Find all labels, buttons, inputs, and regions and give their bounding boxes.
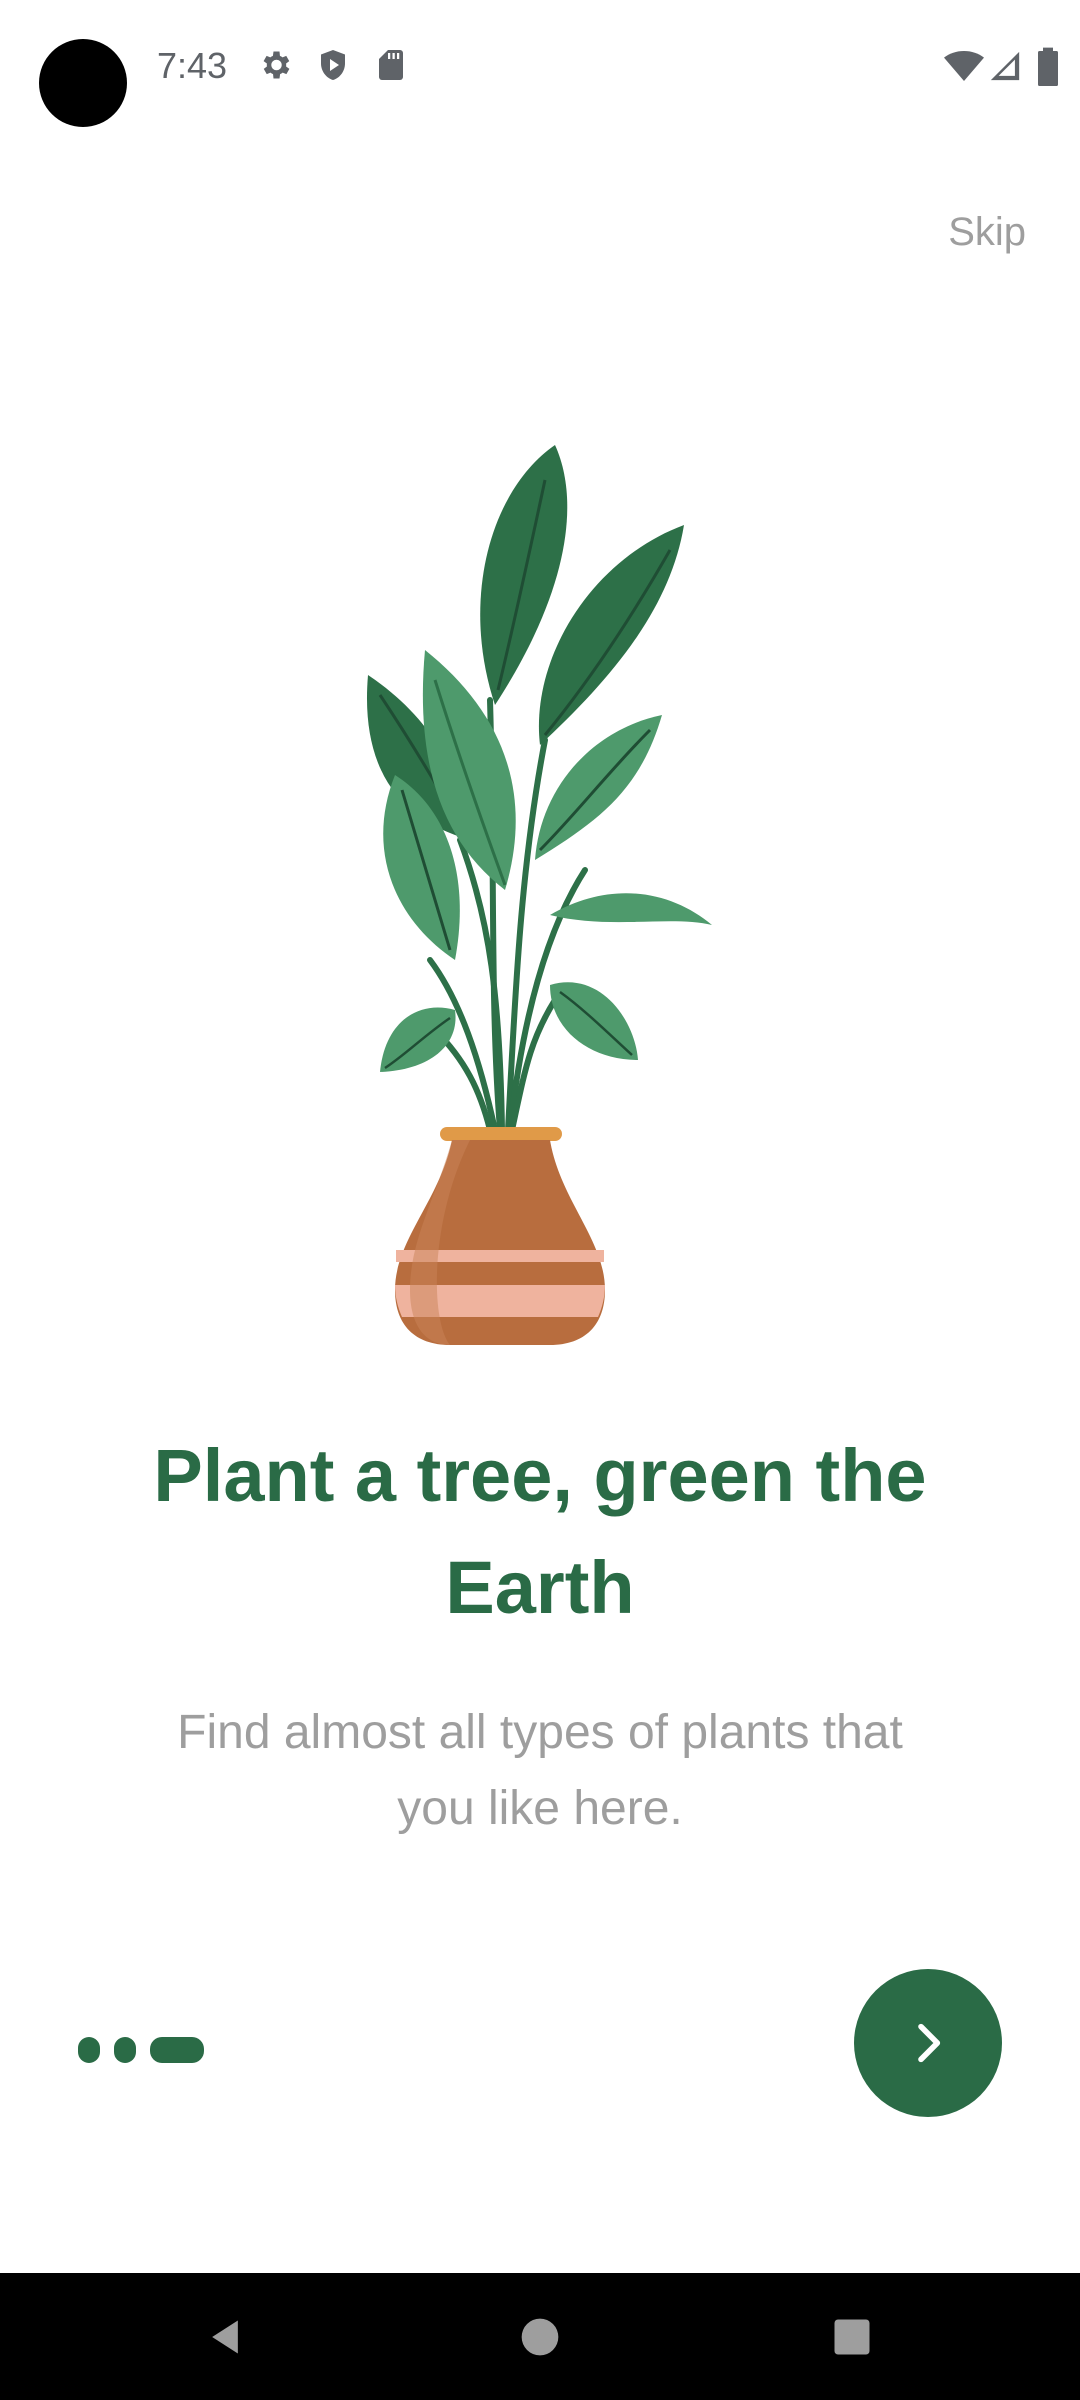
onboarding-screen: 7:43 Skip Plant a tree, green the Earth …	[0, 0, 1080, 2400]
recents-icon	[834, 2319, 870, 2354]
nav-recents-button[interactable]	[772, 2273, 932, 2400]
plant-pot	[395, 1127, 605, 1345]
wifi-icon	[944, 51, 984, 81]
signal-icon	[990, 51, 1020, 81]
nav-back-button[interactable]	[145, 2273, 305, 2400]
page-dot-3-active[interactable]	[150, 2037, 204, 2063]
status-time: 7:43	[157, 45, 228, 86]
onboarding-title: Plant a tree, green the Earth	[153, 1434, 927, 1629]
status-bar: 7:43	[0, 0, 1080, 130]
gear-icon	[263, 51, 290, 79]
back-icon	[212, 2320, 238, 2353]
camera-cutout	[39, 39, 127, 127]
page-dot-2[interactable]	[114, 2037, 136, 2063]
nav-home-button[interactable]	[460, 2273, 620, 2400]
skip-button[interactable]: Skip	[948, 210, 1026, 255]
page-dot-1[interactable]	[78, 2037, 100, 2063]
system-nav-bar	[0, 2273, 1080, 2400]
shield-play-icon	[321, 50, 345, 80]
home-icon	[521, 2318, 559, 2355]
battery-icon	[1038, 47, 1058, 86]
onboarding-subtitle: Find almost all types of plants that you…	[177, 1706, 903, 1835]
next-button[interactable]	[854, 1969, 1002, 2117]
sd-card-icon	[379, 50, 403, 80]
page-indicator	[78, 2037, 204, 2063]
chevron-right-icon	[918, 2023, 941, 2063]
plant-illustration	[366, 445, 712, 1345]
